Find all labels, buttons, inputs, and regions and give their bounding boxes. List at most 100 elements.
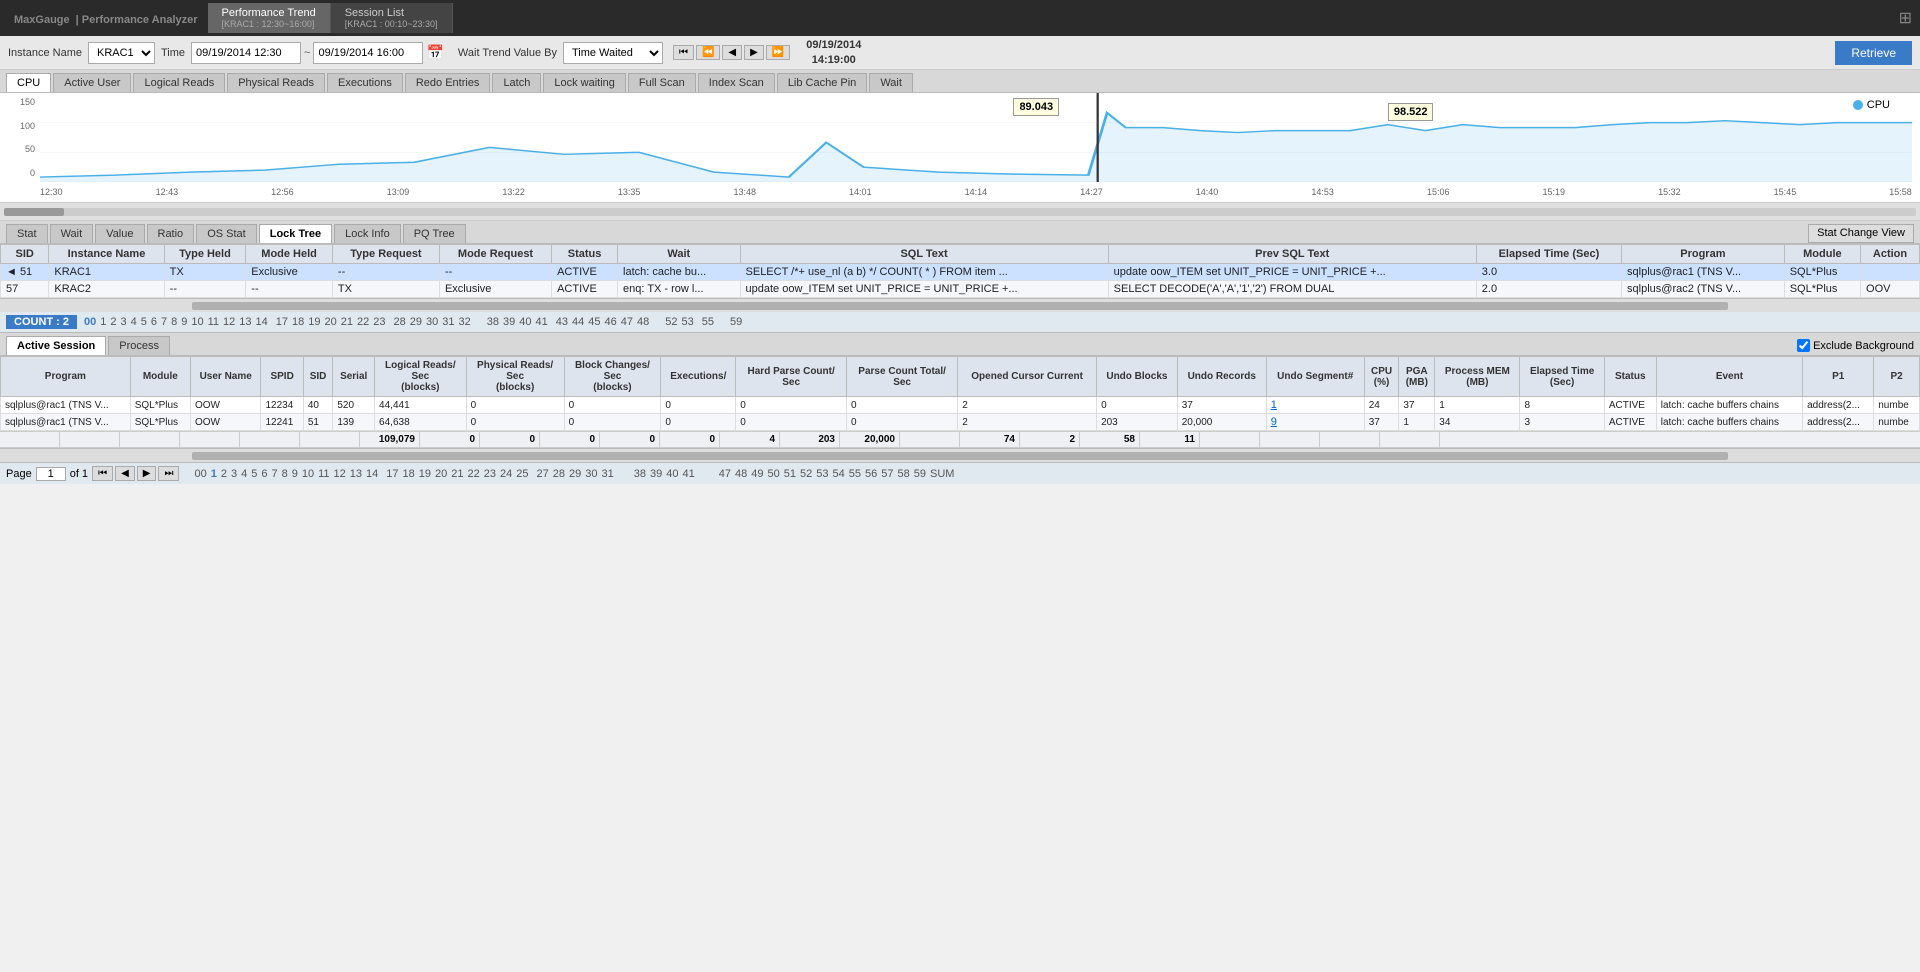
page-num-bottom[interactable]: 29 (568, 468, 582, 480)
stat-change-button[interactable]: Stat Change View (1808, 224, 1914, 243)
page-num-bottom[interactable]: 1 (210, 468, 218, 480)
page-num-top[interactable]: 9 (180, 316, 188, 328)
sub-tab-ratio[interactable]: Ratio (147, 224, 195, 243)
nav-next[interactable]: ⏩ (766, 45, 790, 60)
page-num-bottom[interactable]: 8 (281, 468, 289, 480)
page-num-top[interactable]: 5 (140, 316, 148, 328)
header-tab-session-list[interactable]: Session List [KRAC1 : 00:10~23:30] (331, 3, 453, 33)
lock-table-row[interactable]: ◄ 51KRAC1TXExclusive----ACTIVElatch: cac… (1, 264, 1920, 281)
page-num-bottom[interactable]: 24 (499, 468, 513, 480)
page-num-bottom[interactable]: 5 (250, 468, 258, 480)
page-num-top[interactable]: 21 (340, 316, 354, 328)
page-num-top[interactable]: 2 (109, 316, 117, 328)
page-num-bottom[interactable]: 27 (536, 468, 550, 480)
exclude-background-checkbox[interactable] (1797, 339, 1810, 352)
instance-select[interactable]: KRAC1 (88, 42, 155, 64)
chart-tab-redo-entries[interactable]: Redo Entries (405, 73, 491, 92)
chart-tab-index-scan[interactable]: Index Scan (698, 73, 775, 92)
page-num-bottom[interactable]: 57 (880, 468, 894, 480)
page-num-top[interactable]: 22 (356, 316, 370, 328)
chart-tab-lock-waiting[interactable]: Lock waiting (543, 73, 626, 92)
page-num-bottom[interactable]: 19 (418, 468, 432, 480)
page-num-bottom[interactable]: 50 (767, 468, 781, 480)
page-num-bottom[interactable]: 9 (291, 468, 299, 480)
page-num-bottom[interactable]: 10 (301, 468, 315, 480)
page-num-top[interactable]: 23 (372, 316, 386, 328)
page-num-bottom[interactable]: 41 (682, 468, 696, 480)
session-tab-active-session[interactable]: Active Session (6, 336, 106, 355)
page-num-top[interactable]: 6 (150, 316, 158, 328)
page-num-bottom[interactable]: 38 (633, 468, 647, 480)
time-from-input[interactable] (191, 42, 301, 64)
page-num-top[interactable]: 41 (535, 316, 549, 328)
sub-tab-value[interactable]: Value (95, 224, 144, 243)
page-num-top[interactable]: 44 (571, 316, 585, 328)
page-num-top[interactable]: 53 (681, 316, 695, 328)
page-num-top[interactable]: 28 (393, 316, 407, 328)
wait-trend-select[interactable]: Time Waited (563, 42, 663, 64)
page-num-bottom[interactable]: 53 (815, 468, 829, 480)
sub-tab-wait[interactable]: Wait (50, 224, 94, 243)
page-num-bottom[interactable]: 56 (864, 468, 878, 480)
page-num-top[interactable]: 17 (275, 316, 289, 328)
page-num-top[interactable]: 59 (729, 316, 743, 328)
page-num-bottom[interactable]: 49 (750, 468, 764, 480)
sub-tab-stat[interactable]: Stat (6, 224, 48, 243)
page-num-bottom[interactable]: 30 (584, 468, 598, 480)
page-num-top[interactable]: 55 (701, 316, 715, 328)
page-num-top[interactable]: 00 (83, 316, 97, 328)
chart-tab-full-scan[interactable]: Full Scan (628, 73, 696, 92)
session-hscrollbar-thumb[interactable] (192, 452, 1728, 460)
page-num-top[interactable]: 12 (222, 316, 236, 328)
page-num-top[interactable]: 14 (255, 316, 269, 328)
page-num-top[interactable]: 7 (160, 316, 168, 328)
page-num-top[interactable]: 20 (324, 316, 338, 328)
page-num-bottom[interactable]: 11 (317, 468, 330, 480)
page-num-top[interactable]: 45 (587, 316, 601, 328)
page-num-bottom[interactable]: 18 (402, 468, 416, 480)
session-table-hscrollbar[interactable] (0, 448, 1920, 462)
bottom-nav-prev[interactable]: ◀ (115, 466, 135, 481)
page-num-top[interactable]: 47 (620, 316, 634, 328)
page-num-bottom[interactable]: 54 (832, 468, 846, 480)
page-num-bottom[interactable]: 31 (601, 468, 615, 480)
page-num-bottom[interactable]: 20 (434, 468, 448, 480)
page-num-top[interactable]: 13 (238, 316, 252, 328)
page-num-top[interactable]: 46 (604, 316, 618, 328)
nav-first[interactable]: ⏮ (673, 45, 694, 60)
chart-tab-lib-cache-pin[interactable]: Lib Cache Pin (777, 73, 868, 92)
page-num-bottom[interactable]: 59 (913, 468, 927, 480)
nav-prev-big[interactable]: ⏪ (696, 45, 720, 60)
chart-tab-logical-reads[interactable]: Logical Reads (133, 73, 225, 92)
chart-tab-wait[interactable]: Wait (869, 73, 913, 92)
page-num-top[interactable]: 39 (502, 316, 516, 328)
page-num-top[interactable]: 30 (425, 316, 439, 328)
page-num-top[interactable]: 18 (291, 316, 305, 328)
page-num-bottom[interactable]: 55 (848, 468, 862, 480)
page-num-bottom[interactable]: 58 (897, 468, 911, 480)
grid-icon[interactable]: ⊞ (1899, 8, 1912, 28)
page-num-bottom[interactable]: 12 (333, 468, 347, 480)
chart-tab-executions[interactable]: Executions (327, 73, 403, 92)
page-num-bottom[interactable]: 21 (450, 468, 464, 480)
page-num-bottom[interactable]: 4 (240, 468, 248, 480)
nav-play[interactable]: ▶ (744, 45, 764, 60)
sub-tab-lock-info[interactable]: Lock Info (334, 224, 401, 243)
page-num-top[interactable]: 4 (130, 316, 138, 328)
header-tab-performance-trend[interactable]: Performance Trend [KRAC1 : 12:30~16:00] (208, 3, 331, 33)
sub-tab-os-stat[interactable]: OS Stat (196, 224, 257, 243)
page-input[interactable] (36, 467, 66, 481)
page-num-bottom[interactable]: 52 (799, 468, 813, 480)
bottom-nav-first[interactable]: ⏮ (92, 466, 113, 481)
hscrollbar-thumb[interactable] (192, 302, 1728, 310)
mini-scroll[interactable] (0, 203, 1920, 221)
sub-tab-lock-tree[interactable]: Lock Tree (259, 224, 332, 243)
page-num-bottom[interactable]: 14 (365, 468, 379, 480)
session-table-row[interactable]: sqlplus@rac1 (TNS V...SQL*PlusOOW1224151… (1, 414, 1920, 431)
page-num-top[interactable]: 40 (518, 316, 532, 328)
nav-prev[interactable]: ◀ (722, 45, 742, 60)
page-num-top[interactable]: 48 (636, 316, 650, 328)
page-num-bottom[interactable]: 48 (734, 468, 748, 480)
time-to-input[interactable] (313, 42, 423, 64)
page-num-top[interactable]: 32 (458, 316, 472, 328)
